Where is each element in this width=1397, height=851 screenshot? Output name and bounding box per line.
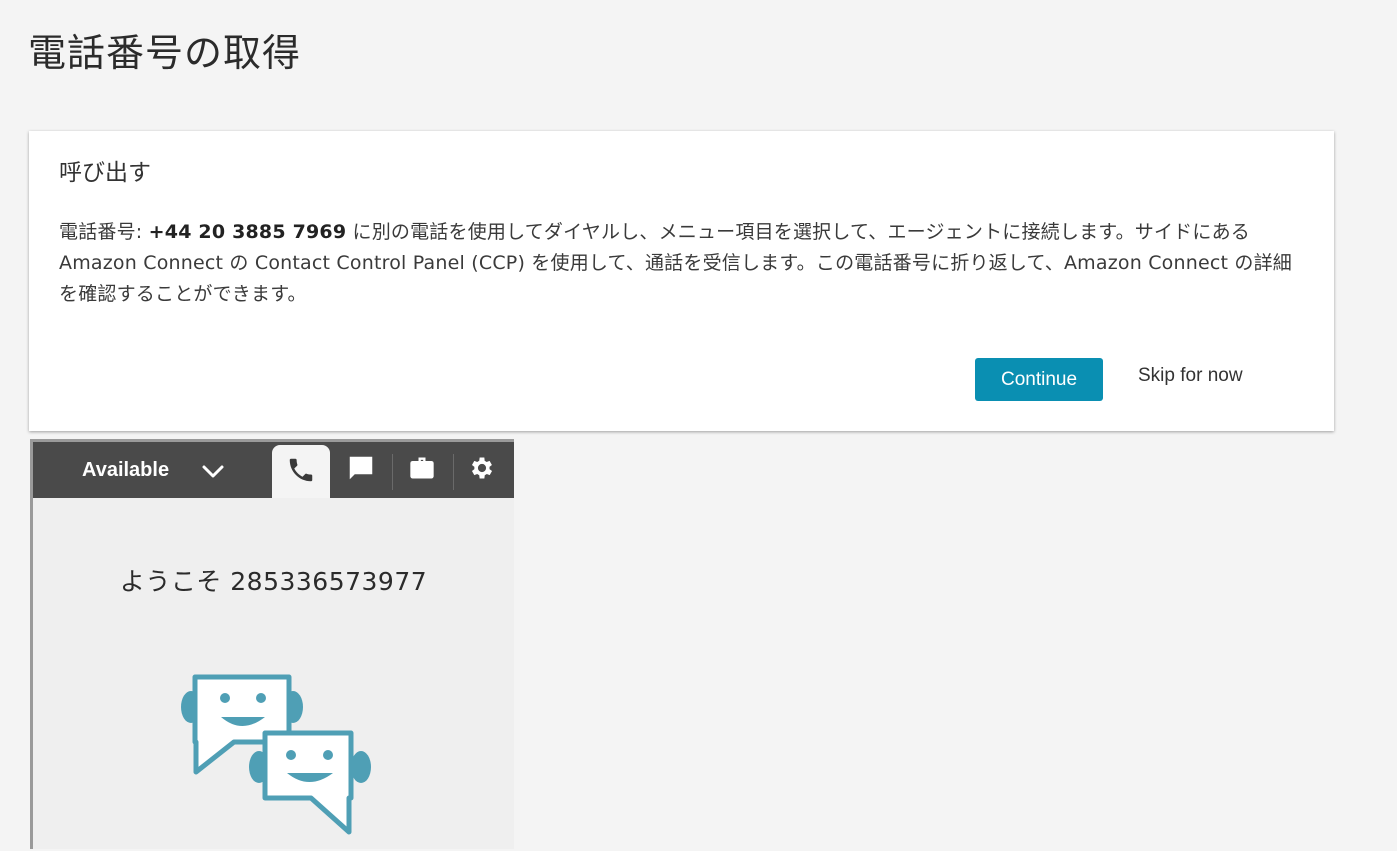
phone-icon [286, 455, 316, 489]
tab-settings[interactable] [453, 442, 511, 498]
phone-number: +44 20 3885 7969 [148, 221, 347, 243]
body-prefix: 電話番号: [59, 221, 149, 243]
chat-bots-illustration [173, 667, 373, 847]
ccp-toolbar: Available [33, 442, 514, 498]
briefcase-icon [408, 454, 436, 486]
chat-icon [346, 453, 376, 487]
skip-for-now-link[interactable]: Skip for now [1138, 365, 1243, 387]
tab-chat[interactable] [332, 442, 390, 498]
agent-status-label[interactable]: Available [82, 459, 169, 482]
gear-icon [468, 454, 496, 486]
call-card: 呼び出す 電話番号: +44 20 3885 7969 に別の電話を使用してダイ… [29, 131, 1334, 431]
welcome-text: ようこそ 285336573977 [119, 567, 428, 596]
continue-button[interactable]: Continue [975, 358, 1103, 401]
chevron-down-icon[interactable] [201, 460, 225, 484]
contact-control-panel: Available ようこそ 285336573977 [30, 439, 514, 849]
page-title: 電話番号の取得 [28, 31, 302, 75]
tab-phone[interactable] [272, 445, 330, 498]
card-title: 呼び出す [59, 160, 151, 186]
tab-tasks[interactable] [393, 442, 451, 498]
card-body: 電話番号: +44 20 3885 7969 に別の電話を使用してダイヤルし、メ… [59, 217, 1309, 310]
